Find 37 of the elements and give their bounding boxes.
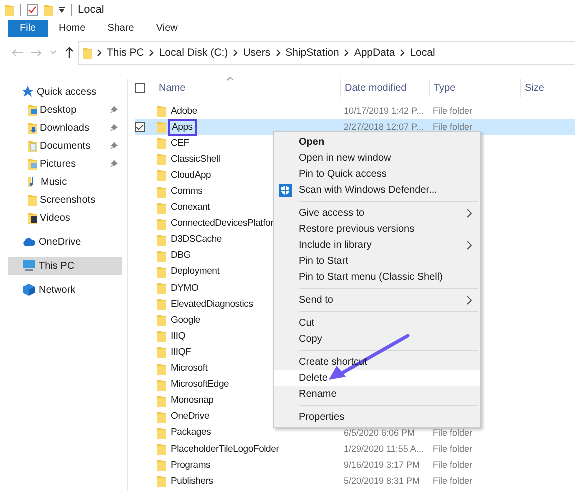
type-cell: File folder bbox=[433, 122, 473, 132]
file-name: Monosnap bbox=[171, 395, 214, 406]
file-name: MicrosoftEdge bbox=[171, 379, 230, 390]
window-title: Local bbox=[78, 4, 104, 16]
type-cell: File folder bbox=[433, 444, 473, 454]
file-name: PlaceholderTileLogoFolder bbox=[171, 444, 280, 455]
date-cell: 9/16/2019 3:17 PM bbox=[344, 460, 420, 470]
file-name: Deployment bbox=[171, 266, 220, 278]
file-name: Apps bbox=[171, 122, 194, 133]
type-cell: File folder bbox=[433, 428, 473, 438]
date-cell: 1/29/2020 11:55 A... bbox=[344, 444, 424, 454]
file-name: ClassicShell bbox=[171, 154, 220, 165]
date-cell: 10/17/2019 1:42 P... bbox=[344, 106, 424, 116]
file-name: Google bbox=[171, 314, 200, 326]
file-name: IIIQ bbox=[171, 330, 186, 342]
date-cell: 6/5/2020 6:06 PM bbox=[344, 428, 416, 438]
date-cell: 5/20/2019 8:31 PM bbox=[344, 476, 420, 486]
file-name: Conexant bbox=[171, 202, 210, 214]
file-name: Comms bbox=[171, 186, 203, 198]
file-name: Programs bbox=[171, 460, 211, 471]
type-cell: File folder bbox=[433, 106, 473, 116]
file-name: DYMO bbox=[171, 282, 199, 294]
file-name: CloudApp bbox=[171, 170, 212, 181]
file-name: ElevatedDiagnostics bbox=[171, 298, 254, 310]
type-cell: File folder bbox=[433, 460, 473, 470]
file-name: Microsoft bbox=[171, 363, 208, 374]
date-cell: 2/27/2018 12:07 P... bbox=[344, 122, 424, 132]
file-name: CEF bbox=[171, 138, 190, 149]
file-name: D3DSCache bbox=[171, 234, 222, 246]
file-name: Adobe bbox=[171, 106, 198, 117]
file-name: Publishers bbox=[171, 476, 214, 487]
file-name: Packages bbox=[171, 427, 212, 438]
file-name: DBG bbox=[171, 250, 191, 262]
file-name: OneDrive bbox=[171, 411, 210, 422]
type-cell: File folder bbox=[433, 476, 473, 486]
file-name: ConnectedDevicesPlatfor bbox=[171, 218, 274, 230]
file-name: IIIQF bbox=[171, 346, 192, 358]
